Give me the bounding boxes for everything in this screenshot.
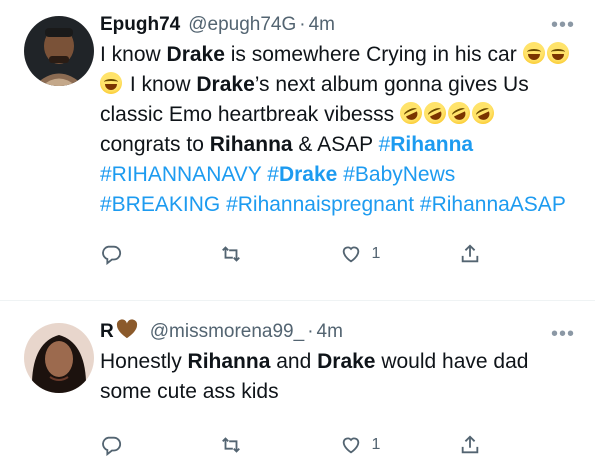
tweet[interactable]: Epugh74 @epugh74G · 4m ••• I know Drake … (0, 0, 595, 300)
hashtag-text: #Rihannaispregnant (226, 193, 415, 216)
brown-heart-icon (116, 319, 138, 345)
retweet-button[interactable] (220, 434, 340, 456)
like-count: 1 (371, 245, 381, 262)
text-run: is somewhere Crying in his car (224, 43, 523, 66)
hashtag-link[interactable]: #Drake (267, 163, 337, 186)
bold-keyword: Rihanna (209, 133, 293, 156)
laughing-emoji-icon (522, 42, 545, 64)
retweet-icon (221, 437, 240, 453)
bold-keyword: Drake (317, 350, 376, 373)
heart-icon (342, 246, 359, 263)
reply-icon (102, 245, 122, 265)
text-run: and (270, 350, 318, 373)
tweet-text: I know Drake is somewhere Crying in his … (100, 40, 579, 220)
timestamp[interactable]: 4m (309, 14, 335, 36)
text-run: I know (124, 73, 197, 96)
hashtag-link[interactable]: #BREAKING (100, 193, 220, 216)
reply-button[interactable] (100, 243, 220, 265)
hashtag-text: # (267, 163, 279, 186)
like-button[interactable]: 1 (340, 434, 460, 456)
reply-button[interactable] (100, 434, 220, 456)
laughing-emoji-icon (100, 72, 122, 94)
retweet-icon (221, 246, 240, 262)
like-button[interactable]: 1 (340, 243, 460, 265)
share-icon (462, 435, 479, 454)
text-run: Honestly (100, 350, 188, 373)
share-button[interactable] (459, 434, 579, 456)
share-button[interactable] (459, 243, 579, 265)
bold-keyword: Drake (166, 43, 225, 66)
hashtag-text: #BREAKING (100, 193, 221, 216)
text-run: & ASAP (292, 133, 379, 156)
heart-icon (342, 437, 359, 454)
more-icon[interactable]: ••• (551, 323, 575, 346)
bold-keyword: Drake (196, 73, 255, 96)
separator: · (299, 14, 306, 35)
like-count: 1 (371, 436, 381, 453)
avatar[interactable] (24, 323, 94, 393)
hashtag-link[interactable]: #BabyNews (343, 163, 455, 186)
tweet-text: Honestly Rihanna and Drake would have da… (100, 347, 579, 407)
rofl-emoji-icon (444, 98, 474, 128)
hashtag-link[interactable]: #Rihannaispregnant (226, 193, 414, 216)
bold-keyword: Rihanna (187, 350, 271, 373)
user-handle[interactable]: @missmorena99_ (150, 321, 304, 343)
hashtag-link[interactable]: #RihannaASAP (420, 193, 566, 216)
avatar[interactable] (24, 16, 94, 86)
user-handle[interactable]: @epugh74G (188, 14, 296, 36)
laughing-emoji-icon (546, 42, 569, 64)
rofl-emoji-icon (396, 98, 426, 128)
share-icon (462, 244, 479, 263)
retweet-button[interactable] (220, 243, 340, 265)
rofl-emoji-icon (420, 98, 450, 128)
hashtag-text: # (378, 133, 391, 156)
hashtag-text: #RIHANNANAVY (100, 163, 262, 186)
display-name[interactable]: R (100, 321, 114, 343)
hashtag-text: #BabyNews (343, 163, 456, 186)
text-run: congrats to (100, 133, 210, 156)
more-icon[interactable]: ••• (551, 14, 575, 37)
rofl-emoji-icon (468, 98, 498, 128)
timestamp[interactable]: 4m (317, 321, 343, 343)
hashtag-text: #RihannaASAP (419, 193, 566, 216)
reply-icon (102, 436, 122, 456)
hashtag-link[interactable]: #Rihanna (379, 133, 474, 156)
tweet[interactable]: R @missmorena99_ · 4m ••• Honestly Rihan… (0, 300, 595, 458)
text-run: I know (100, 43, 167, 66)
hashtag-bold-text: Drake (278, 163, 338, 186)
separator: · (307, 321, 314, 342)
hashtag-link[interactable]: #RIHANNANAVY (100, 163, 261, 186)
display-name[interactable]: Epugh74 (100, 14, 180, 36)
hashtag-bold-text: Rihanna (390, 133, 474, 156)
